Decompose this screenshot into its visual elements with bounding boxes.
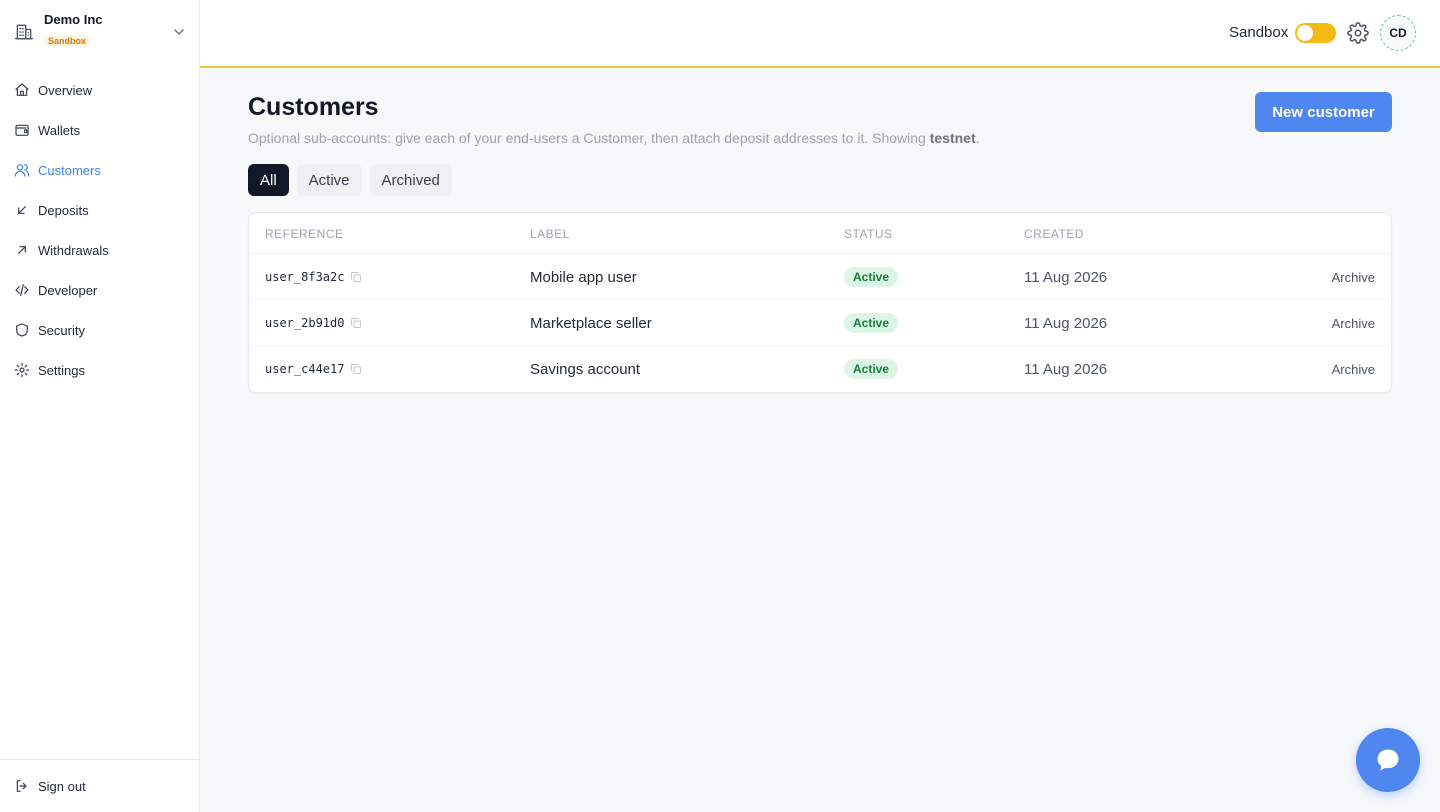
page-title: Customers [248,93,379,121]
top-header: Sandbox CD [200,0,1440,68]
network-name: testnet [929,130,976,146]
org-name: Demo Inc [44,12,103,27]
sidebar-item-label: Overview [38,82,93,98]
customer-reference: user_8f3a2c [265,270,345,284]
customer-reference: user_2b91d0 [265,316,345,330]
customer-label: Marketplace seller [530,314,652,332]
chat-launcher-button[interactable] [1356,728,1420,792]
sidebar-item-settings[interactable]: Settings [0,350,199,390]
code-icon [15,284,29,296]
sidebar-item-label: Withdrawals [38,242,109,258]
sidebar-item-label: Developer [38,282,98,298]
copy-icon[interactable] [350,363,362,375]
header-status: STATUS [844,227,893,241]
sidebar-item-label: Wallets [38,122,81,138]
arrow-down-left-icon [18,206,26,214]
sidebar-item-label: Settings [38,362,85,378]
sidebar-nav: Overview Wallets Customers Deposits With… [0,70,199,390]
org-switcher[interactable]: Demo Inc Sandbox [0,0,199,66]
reference-cell: user_2b91d0 [265,300,362,346]
table-header: REFERENCE LABEL STATUS CREATED [249,213,1391,254]
sidebar-item-security[interactable]: Security [0,310,199,350]
users-icon [14,164,30,177]
sign-out-icon [16,780,27,792]
arrow-up-right-icon [18,246,26,254]
tab-active[interactable]: Active [296,164,362,196]
created-date: 11 Aug 2026 [1024,360,1108,378]
wallet-icon [15,124,29,136]
filter-tabs: All Active Archived [248,164,452,196]
sidebar-item-wallets[interactable]: Wallets [0,110,199,150]
copy-icon[interactable] [350,317,362,329]
tab-all[interactable]: All [248,164,289,196]
sidebar: Demo Inc Sandbox Overview Wallets Custom… [0,0,200,812]
reference-cell: user_c44e17 [265,346,362,392]
user-avatar[interactable]: CD [1380,15,1416,51]
settings-gear-icon[interactable] [1347,22,1369,44]
tab-archived[interactable]: Archived [369,164,452,196]
sidebar-item-deposits[interactable]: Deposits [0,190,199,230]
sidebar-item-label: Customers [38,162,101,178]
gear-icon [14,362,30,378]
header-created: CREATED [1024,227,1084,241]
status-badge: Active [844,359,899,379]
sidebar-item-label: Deposits [38,202,89,218]
customer-label: Mobile app user [530,268,637,286]
page-subtitle: Optional sub-accounts: give each of your… [248,130,980,146]
status-badge: Active [844,267,899,287]
sandbox-label: Sandbox [1229,24,1289,41]
archive-button[interactable]: Archive [1332,300,1375,346]
home-icon [15,83,29,96]
sidebar-item-withdrawals[interactable]: Withdrawals [0,230,199,270]
created-date: 11 Aug 2026 [1024,314,1108,332]
archive-button[interactable]: Archive [1332,346,1375,392]
table-row[interactable]: user_c44e17 Savings account Active 11 Au… [249,346,1391,392]
table-row[interactable]: user_8f3a2c Mobile app user Active 11 Au… [249,254,1391,300]
toggle-knob [1297,25,1313,41]
chevron-down-icon[interactable] [171,24,187,40]
sign-out-label: Sign out [38,778,86,794]
header-label: LABEL [530,227,570,241]
sandbox-toggle[interactable] [1295,23,1336,43]
building-icon [15,24,33,40]
customer-reference: user_c44e17 [265,362,345,376]
sidebar-item-customers[interactable]: Customers [0,150,199,190]
subtitle-text: Optional sub-accounts: give each of your… [248,130,930,146]
customer-label: Savings account [530,360,641,378]
table-row[interactable]: user_2b91d0 Marketplace seller Active 11… [249,300,1391,346]
customers-table: REFERENCE LABEL STATUS CREATED user_8f3a… [248,212,1392,393]
chat-bubble-icon [1377,749,1399,771]
environment-badge: Sandbox [44,35,91,47]
new-customer-button[interactable]: New customer [1255,92,1392,132]
reference-cell: user_8f3a2c [265,254,362,300]
sidebar-item-developer[interactable]: Developer [0,270,199,310]
sidebar-item-overview[interactable]: Overview [0,70,199,110]
status-badge: Active [844,313,899,333]
header-reference: REFERENCE [265,227,344,241]
sign-out-button[interactable]: Sign out [0,759,199,812]
copy-icon[interactable] [350,271,362,283]
sidebar-item-label: Security [38,322,85,338]
created-date: 11 Aug 2026 [1024,268,1108,286]
shield-icon [16,323,28,337]
archive-button[interactable]: Archive [1332,254,1375,300]
subtitle-end: . [975,130,980,146]
